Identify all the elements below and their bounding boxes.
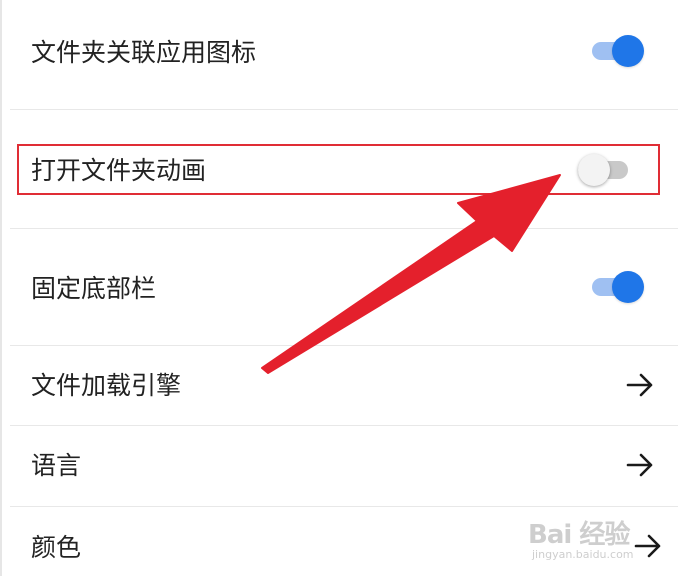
setting-label: 颜色: [31, 533, 82, 562]
setting-label: 文件夹关联应用图标: [31, 38, 257, 67]
setting-row-file-loading-engine[interactable]: 文件加载引擎: [10, 346, 678, 426]
divider: [10, 109, 678, 110]
setting-row-language[interactable]: 语言: [10, 426, 678, 506]
setting-row-fixed-bottom-bar[interactable]: 固定底部栏: [10, 229, 678, 345]
arrow-right-icon: [626, 373, 653, 397]
fixed-bottom-bar-toggle[interactable]: [592, 271, 644, 303]
watermark-logo-text: Bai 经验: [528, 520, 630, 550]
annotation-highlight-box: [17, 144, 660, 195]
setting-label: 文件加载引擎: [31, 371, 182, 400]
setting-label: 语言: [31, 451, 82, 480]
setting-row-folder-app-icon[interactable]: 文件夹关联应用图标: [10, 0, 678, 108]
watermark-url-text: jingyan.baidu.com: [532, 548, 634, 561]
arrow-right-icon: [626, 453, 653, 477]
folder-app-icon-toggle[interactable]: [592, 35, 644, 67]
toggle-thumb: [612, 271, 644, 303]
left-edge-border: [0, 0, 2, 576]
setting-label: 固定底部栏: [31, 274, 157, 303]
baidu-jingyan-watermark: Bai 经验 jingyan.baidu.com: [528, 512, 658, 572]
toggle-thumb: [612, 35, 644, 67]
